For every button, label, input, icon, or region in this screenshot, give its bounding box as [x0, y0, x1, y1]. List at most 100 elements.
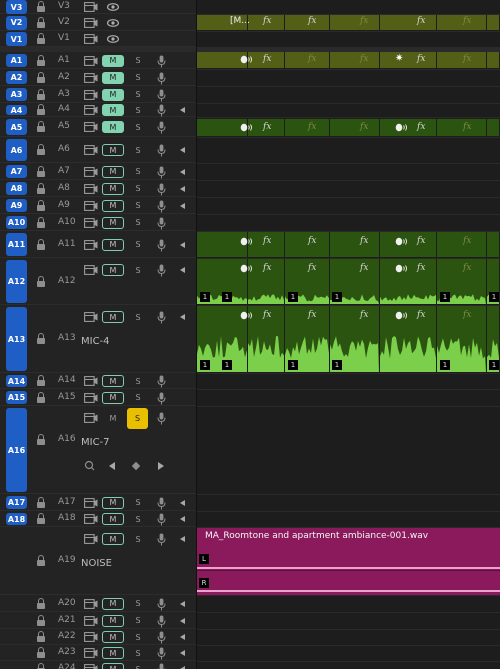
audio-clip[interactable] [330, 119, 379, 136]
track-target-toggle[interactable]: A13 [6, 307, 27, 371]
microphone-icon[interactable] [157, 615, 166, 628]
sync-lock-icon[interactable] [84, 166, 98, 177]
sync-lock-icon[interactable] [84, 17, 98, 28]
microphone-icon[interactable] [157, 497, 166, 510]
solo-button[interactable]: S [131, 513, 145, 525]
sync-lock-icon[interactable] [84, 632, 98, 642]
sync-lock-icon[interactable] [84, 648, 98, 658]
lock-icon[interactable] [37, 597, 46, 610]
speaker-icon[interactable] [180, 516, 185, 522]
audio-clip[interactable] [285, 232, 329, 257]
mute-button[interactable]: M [102, 513, 124, 525]
lock-icon[interactable] [37, 144, 46, 156]
sync-lock-icon[interactable] [84, 217, 98, 228]
lock-icon[interactable] [37, 555, 46, 567]
lock-icon[interactable] [37, 375, 46, 387]
microphone-icon[interactable] [157, 311, 166, 324]
lock-icon[interactable] [37, 496, 46, 509]
mute-button[interactable]: M [102, 238, 124, 251]
solo-button[interactable]: S [131, 598, 145, 610]
mute-button[interactable]: M [102, 631, 124, 643]
solo-button[interactable]: S [131, 663, 145, 669]
track-target-toggle[interactable]: A7 [6, 165, 27, 178]
lock-icon[interactable] [37, 16, 46, 29]
mute-button[interactable]: M [102, 182, 124, 195]
lock-icon[interactable] [37, 165, 46, 178]
mute-button[interactable]: M [102, 199, 124, 212]
microphone-icon[interactable] [157, 392, 166, 405]
lock-icon[interactable] [37, 1, 46, 13]
sync-lock-icon[interactable] [84, 598, 98, 609]
lock-icon[interactable] [37, 333, 46, 345]
sync-lock-icon[interactable] [84, 392, 98, 403]
microphone-icon[interactable] [157, 375, 166, 388]
track-target-toggle[interactable]: V2 [6, 15, 27, 30]
track-target-toggle[interactable]: A3 [6, 88, 27, 101]
solo-button[interactable]: S [131, 615, 145, 627]
speaker-icon[interactable] [180, 536, 185, 542]
mute-button[interactable]: M [102, 614, 124, 627]
sync-lock-icon[interactable] [84, 239, 98, 250]
track-target-toggle[interactable]: A9 [6, 199, 27, 212]
solo-button[interactable]: S [131, 647, 145, 659]
solo-button[interactable]: S [131, 55, 145, 67]
sync-lock-icon[interactable] [84, 514, 98, 524]
lock-icon[interactable] [37, 614, 46, 627]
lock-icon[interactable] [37, 238, 46, 251]
solo-button[interactable]: S [131, 166, 145, 178]
volume-knob-icon[interactable] [84, 460, 96, 472]
microphone-icon[interactable] [157, 200, 166, 213]
lock-icon[interactable] [37, 88, 46, 101]
mute-button[interactable]: M [102, 264, 124, 276]
solo-button[interactable]: S [131, 497, 145, 509]
sync-lock-icon[interactable] [84, 55, 98, 66]
lock-icon[interactable] [37, 71, 46, 84]
solo-button[interactable]: S [131, 200, 145, 212]
video-clip[interactable] [330, 14, 379, 30]
track-target-toggle[interactable]: A15 [6, 391, 27, 404]
mute-button[interactable]: M [102, 144, 124, 156]
solo-button[interactable]: S [131, 631, 145, 643]
sync-lock-icon[interactable] [84, 200, 98, 211]
track-target-toggle[interactable]: A12 [6, 260, 27, 303]
track-target-toggle[interactable]: A18 [6, 513, 27, 525]
track-target-toggle[interactable]: A5 [6, 119, 27, 135]
solo-button[interactable]: S [131, 375, 145, 387]
microphone-icon[interactable] [157, 89, 166, 102]
microphone-icon[interactable] [157, 239, 166, 252]
sync-lock-icon[interactable] [84, 105, 98, 115]
sync-lock-icon[interactable] [84, 664, 98, 669]
sync-lock-icon[interactable] [84, 497, 98, 508]
sync-lock-icon[interactable] [84, 2, 98, 12]
solo-button[interactable]: S [131, 72, 145, 84]
header-divider[interactable] [196, 0, 197, 669]
audio-clip[interactable] [437, 119, 486, 136]
solo-button[interactable]: S [127, 408, 148, 429]
microphone-icon[interactable] [157, 647, 166, 660]
speaker-icon[interactable] [180, 650, 185, 656]
speaker-icon[interactable] [180, 147, 185, 153]
speaker-icon[interactable] [180, 168, 185, 175]
microphone-icon[interactable] [157, 412, 166, 425]
speaker-icon[interactable] [180, 202, 185, 209]
solo-button[interactable]: S [131, 121, 145, 133]
audio-clip[interactable] [487, 52, 499, 68]
audio-clip[interactable] [487, 232, 499, 257]
microphone-icon[interactable] [157, 264, 166, 277]
lock-icon[interactable] [37, 199, 46, 212]
mute-button[interactable]: M [102, 216, 124, 229]
mute-button[interactable]: M [102, 647, 124, 659]
track-target-toggle[interactable]: V1 [6, 32, 27, 46]
eye-icon[interactable] [107, 35, 119, 43]
solo-button[interactable]: S [131, 144, 145, 156]
audio-clip[interactable] [330, 52, 379, 68]
microphone-icon[interactable] [157, 533, 166, 546]
sync-lock-icon[interactable] [84, 615, 98, 626]
speaker-icon[interactable] [180, 267, 185, 273]
speaker-icon[interactable] [180, 634, 185, 640]
microphone-icon[interactable] [157, 183, 166, 196]
speaker-icon[interactable] [180, 107, 185, 113]
sync-lock-icon[interactable] [84, 122, 98, 132]
mute-button[interactable]: M [102, 597, 124, 610]
video-clip[interactable] [487, 14, 499, 30]
